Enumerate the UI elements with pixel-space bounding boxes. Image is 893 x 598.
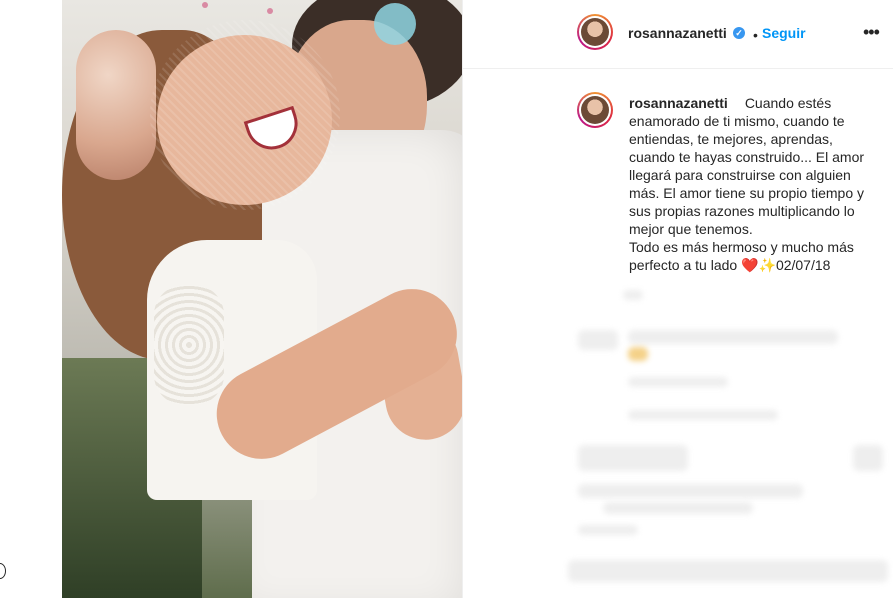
blurred-content [578, 330, 618, 350]
follow-button[interactable]: Seguir [762, 25, 806, 41]
blurred-content [628, 377, 728, 387]
photo-flower-crown [76, 30, 156, 180]
blurred-content [603, 502, 753, 514]
blurred-content [628, 330, 838, 344]
photo-petal [202, 2, 208, 8]
separator-dot: • [753, 27, 758, 43]
photo-petal [267, 8, 273, 14]
username-link[interactable]: rosannazanetti [628, 25, 727, 41]
blurred-content [628, 347, 648, 361]
photo-veil [150, 20, 340, 210]
blurred-content [578, 484, 803, 498]
post-photo[interactable] [62, 0, 462, 598]
profile-avatar[interactable] [577, 14, 613, 50]
blurred-content [568, 560, 888, 582]
photo-lace [154, 285, 224, 405]
post-header: rosannazanetti ✓ • Seguir ••• [463, 0, 893, 69]
nav-control-icon[interactable] [0, 563, 6, 579]
blurred-content [628, 410, 778, 420]
blurred-content [623, 290, 643, 300]
verified-badge-icon: ✓ [733, 27, 745, 39]
caption-avatar[interactable] [577, 92, 613, 128]
post-side-panel: rosannazanetti ✓ • Seguir ••• rosannazan… [462, 0, 893, 598]
more-options-icon[interactable]: ••• [863, 22, 880, 43]
photo-bokeh [374, 3, 416, 45]
blurred-content [853, 445, 883, 471]
left-margin [0, 0, 62, 598]
blurred-content [578, 525, 638, 535]
caption-block: rosannazanetti Cuando estés enamorado de … [629, 94, 879, 274]
caption-text: Cuando estés enamorado de ti mismo, cuan… [629, 95, 865, 273]
blurred-content [578, 445, 688, 471]
caption-username-link[interactable]: rosannazanetti [629, 95, 728, 111]
